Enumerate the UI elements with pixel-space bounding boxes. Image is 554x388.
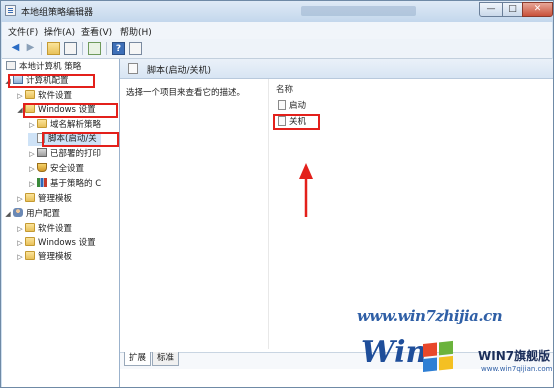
tree-label: 用户配置 — [26, 209, 61, 219]
tree-item-qos-policy[interactable]: ▷ 基于策略的 C — [28, 178, 101, 191]
toolbar-separator — [82, 42, 83, 55]
expanded-arrow-icon[interactable]: ◢ — [4, 208, 12, 221]
collapsed-arrow-icon[interactable]: ▷ — [16, 237, 24, 250]
toolbar-separator — [106, 42, 107, 55]
tree-label: 域名解析策略 — [50, 120, 102, 130]
highlight-windows-settings — [23, 103, 118, 118]
tree-item-admin-templates[interactable]: ▷ 管理模板 — [16, 193, 72, 206]
maximize-button[interactable]: □ — [502, 2, 523, 17]
tree-label: 基于策略的 C — [50, 179, 102, 189]
collapsed-arrow-icon[interactable]: ▷ — [16, 193, 24, 206]
properties-icon[interactable] — [129, 42, 142, 55]
toolbar-separator — [41, 42, 42, 55]
tree-label: 本地计算机 策略 — [19, 62, 82, 72]
description-text: 选择一个项目来查看它的描述。 — [126, 88, 246, 98]
close-button[interactable]: ✕ — [522, 2, 553, 17]
collapsed-arrow-icon[interactable]: ▷ — [16, 90, 24, 103]
watermark-brand: WIN7旗舰版 — [478, 349, 551, 363]
annotation-arrow-icon — [299, 163, 313, 217]
tab-extended[interactable]: 扩展 — [124, 352, 152, 366]
folder-icon — [25, 90, 35, 99]
security-shield-icon — [37, 163, 47, 172]
script-document-icon — [278, 99, 286, 110]
tree-item-software-settings[interactable]: ▷ 软件设置 — [16, 90, 72, 103]
highlight-scripts — [42, 132, 119, 147]
content-header: 脚本(启动/关机) — [120, 59, 553, 79]
help-icon[interactable]: ? — [112, 42, 125, 55]
column-header-name[interactable]: 名称 — [276, 83, 293, 95]
menu-bar: 文件(F) 操作(A) 查看(V) 帮助(H) — [2, 22, 552, 40]
collapsed-arrow-icon[interactable]: ▷ — [28, 163, 36, 176]
menu-action[interactable]: 操作(A) — [44, 25, 75, 38]
policy-icon — [6, 61, 16, 70]
tree-label: 管理模板 — [38, 252, 73, 262]
folder-icon — [37, 119, 47, 128]
folder-icon — [25, 223, 35, 232]
menu-file[interactable]: 文件(F) — [8, 25, 38, 38]
bar-chart-icon — [37, 178, 47, 187]
watermark-logo-text: Win — [361, 335, 427, 370]
highlight-computer-config — [8, 74, 95, 88]
collapsed-arrow-icon[interactable]: ▷ — [16, 251, 24, 264]
script-document-icon — [128, 63, 138, 74]
up-folder-icon[interactable] — [47, 42, 60, 55]
highlight-shutdown — [273, 114, 320, 130]
tree-label: 管理模板 — [38, 194, 73, 204]
tree-item-user-windows-settings[interactable]: ▷ Windows 设置 — [16, 237, 96, 250]
show-tree-icon[interactable] — [64, 42, 77, 55]
collapsed-arrow-icon[interactable]: ▷ — [28, 119, 36, 132]
menu-help[interactable]: 帮助(H) — [120, 25, 152, 38]
folder-icon — [25, 251, 35, 260]
collapsed-arrow-icon[interactable]: ▷ — [28, 178, 36, 191]
list-item-startup[interactable]: 启动 — [277, 99, 307, 113]
tree-item-user-config[interactable]: ◢ 用户配置 — [4, 208, 60, 221]
tree-label: 软件设置 — [38, 91, 73, 101]
minimize-button[interactable]: — — [479, 2, 503, 17]
tree-pane: 本地计算机 策略 ◢ 计算机配置 ▷ 软件设置 ◢ Windows 设置 ▷ 域名解析策… — [2, 59, 120, 387]
blurred-title-area — [301, 6, 416, 16]
toolbar: ◀ ▶ ? — [2, 39, 552, 59]
tree-item-root[interactable]: 本地计算机 策略 — [5, 61, 81, 74]
title-bar: 本地组策略编辑器 — □ ✕ — [1, 1, 553, 22]
tree-label: 已部署的打印 — [50, 149, 102, 159]
menu-view[interactable]: 查看(V) — [81, 25, 112, 38]
window-title: 本地组策略编辑器 — [21, 8, 94, 18]
app-icon — [5, 5, 16, 16]
forward-arrow-icon[interactable]: ▶ — [24, 42, 37, 55]
user-icon — [13, 208, 23, 217]
tree-item-user-admin-templates[interactable]: ▷ 管理模板 — [16, 251, 72, 264]
content-title: 脚本(启动/关机) — [147, 66, 212, 76]
folder-icon — [25, 237, 35, 246]
tree-item-security-settings[interactable]: ▷ 安全设置 — [28, 163, 84, 176]
export-list-icon[interactable] — [88, 42, 101, 55]
tab-standard[interactable]: 标准 — [152, 352, 180, 366]
tree-item-dns-policy[interactable]: ▷ 域名解析策略 — [28, 119, 101, 132]
collapsed-arrow-icon[interactable]: ▷ — [28, 148, 36, 161]
group-policy-editor-window: 本地组策略编辑器 — □ ✕ 文件(F) 操作(A) 查看(V) 帮助(H) ◀… — [0, 0, 554, 388]
watermark-site: www.win7zhijia.cn — [357, 307, 503, 325]
tree-item-deployed-printers[interactable]: ▷ 已部署的打印 — [28, 148, 101, 161]
tree-label: Windows 设置 — [38, 238, 96, 248]
folder-icon — [25, 193, 35, 202]
list-item-label: 启动 — [289, 101, 307, 111]
tree-label: 软件设置 — [38, 224, 73, 234]
collapsed-arrow-icon[interactable]: ▷ — [16, 223, 24, 236]
pane-divider — [268, 79, 269, 349]
back-arrow-icon[interactable]: ◀ — [9, 42, 22, 55]
watermark-subsite: www.win7qijian.com — [481, 365, 553, 373]
tree-item-user-software-settings[interactable]: ▷ 软件设置 — [16, 223, 72, 236]
printer-icon — [37, 148, 47, 157]
tree-label: 安全设置 — [50, 164, 85, 174]
